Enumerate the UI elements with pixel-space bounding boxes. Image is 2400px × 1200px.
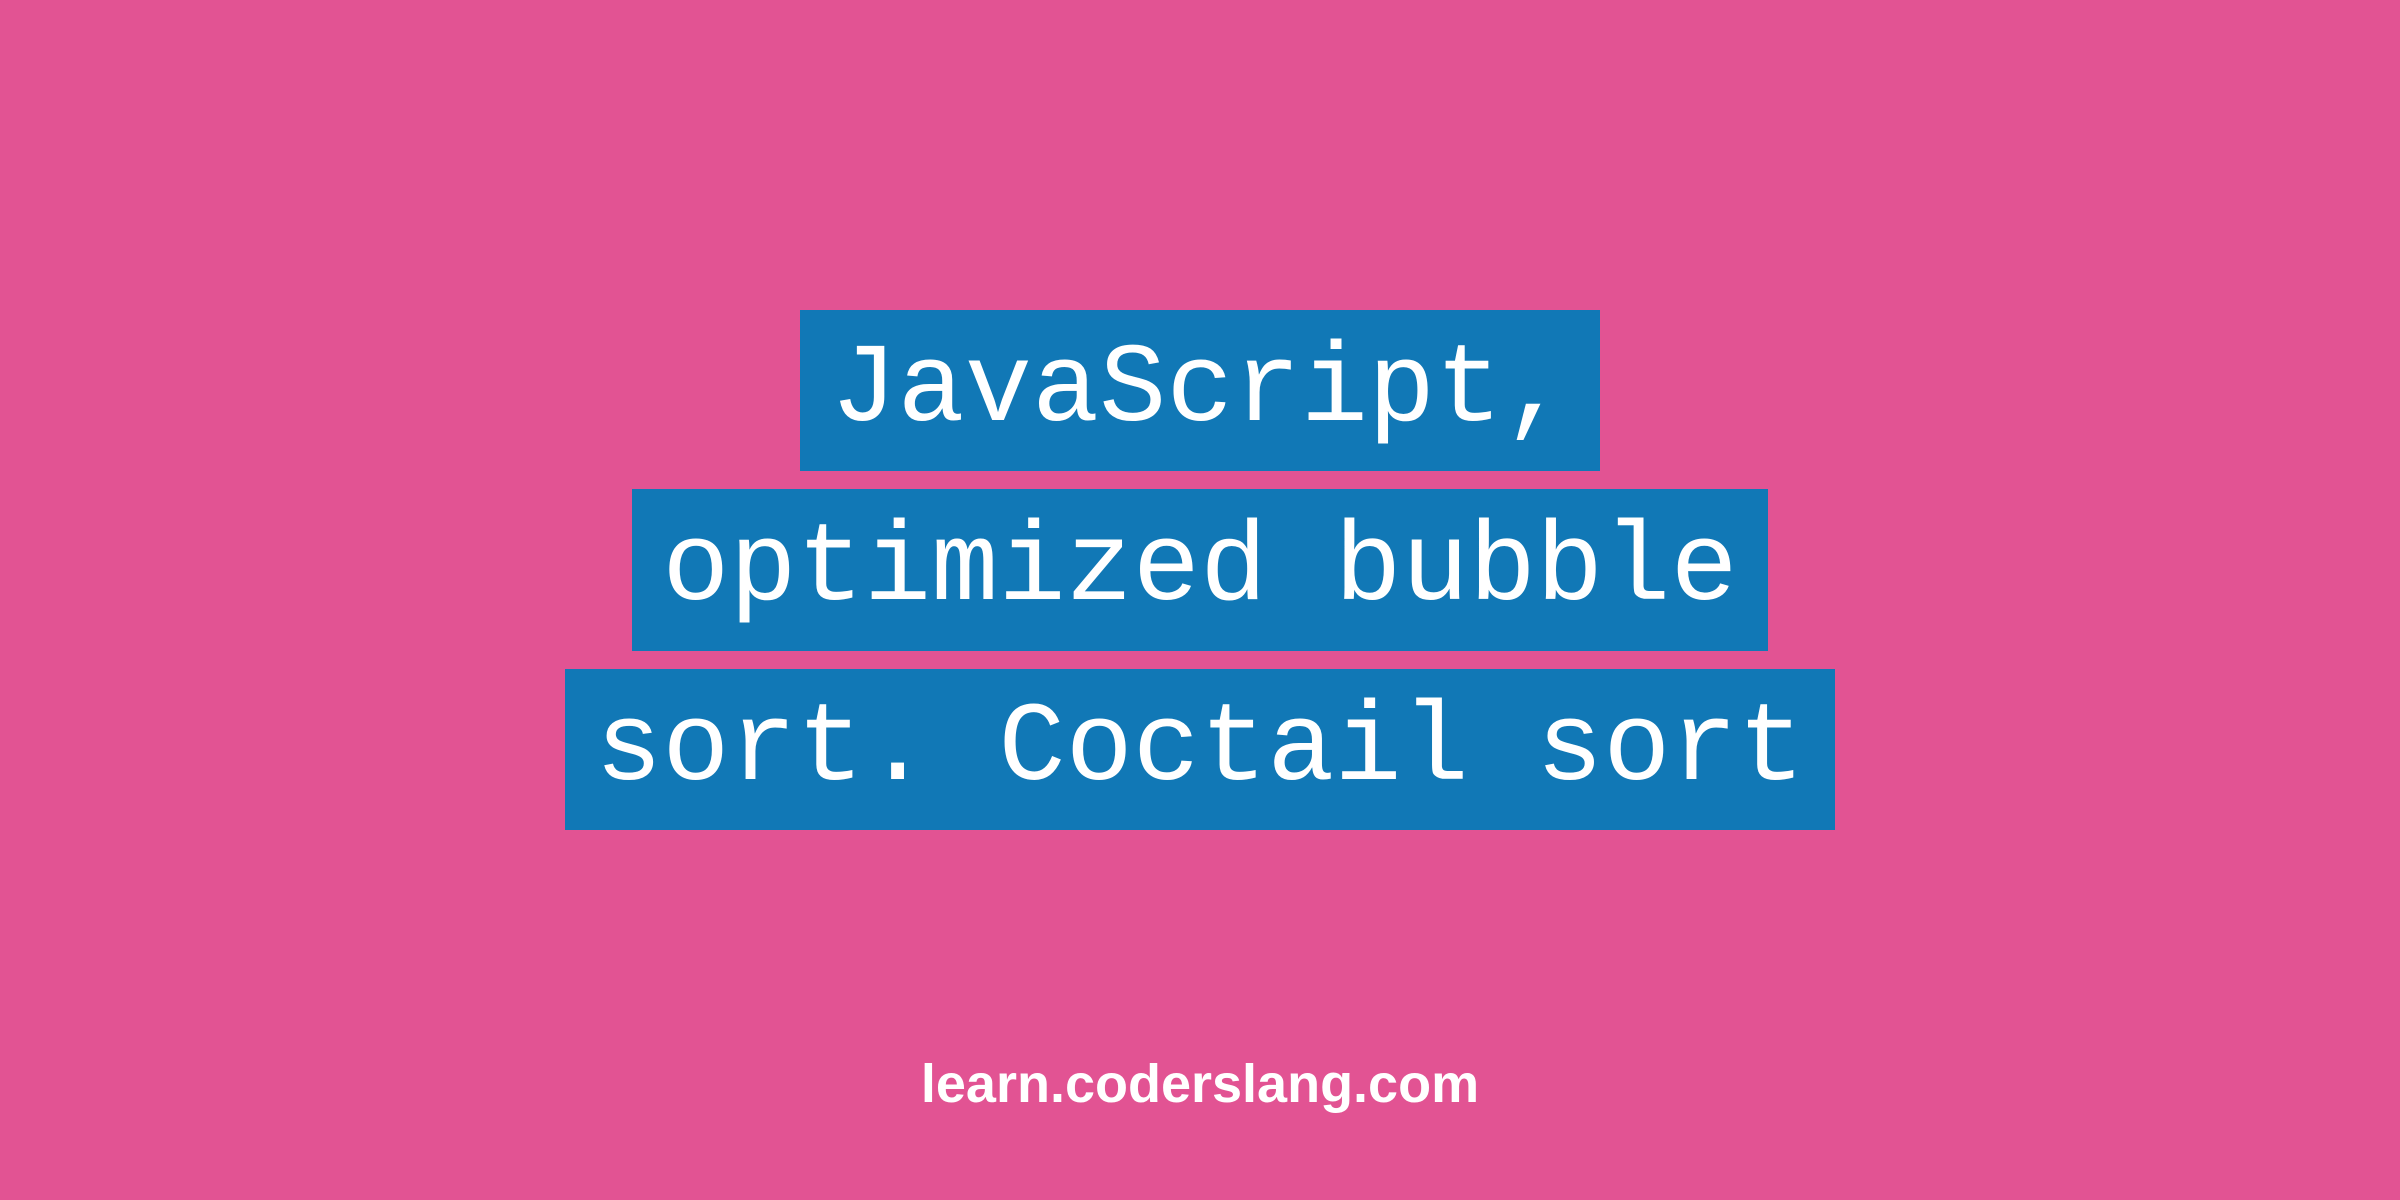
- title-container: JavaScript, optimized bubble sort. Cocta…: [565, 310, 1835, 831]
- title-line-2: optimized bubble: [632, 489, 1767, 651]
- footer-url: learn.coderslang.com: [921, 1053, 1479, 1115]
- title-line-1: JavaScript,: [800, 310, 1599, 472]
- title-line-3: sort. Coctail sort: [565, 669, 1835, 831]
